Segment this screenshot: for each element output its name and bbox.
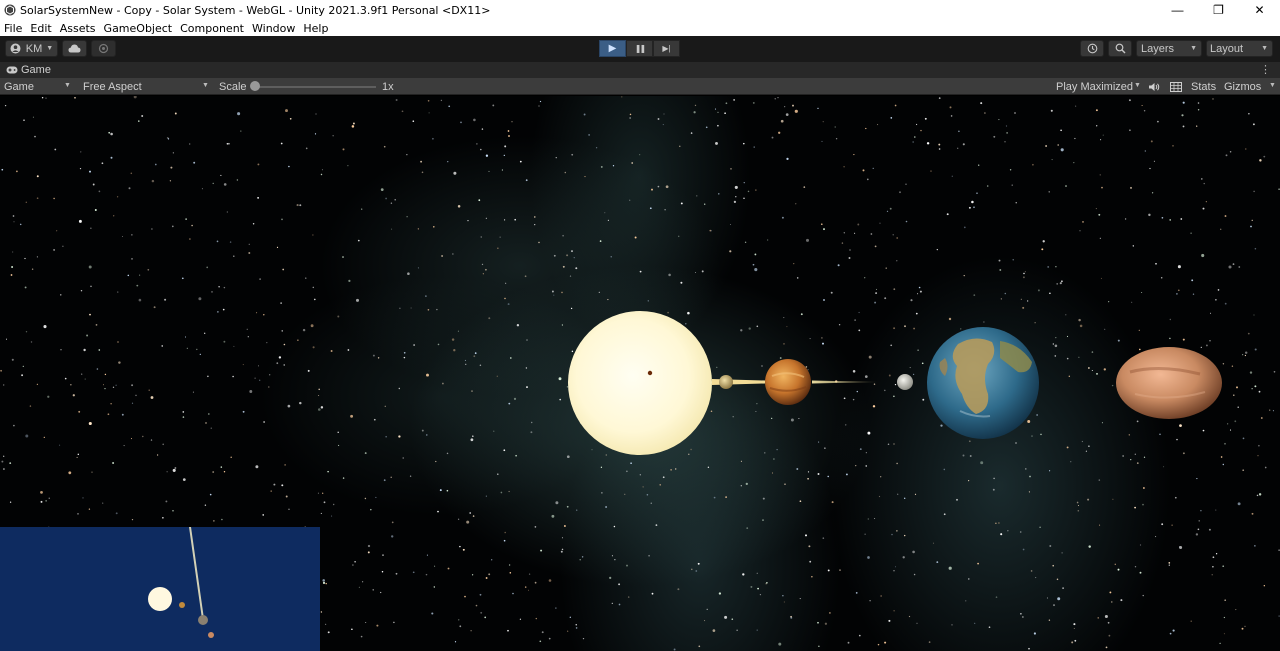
menu-help[interactable]: Help bbox=[303, 22, 328, 35]
play-mode-label: Play Maximized bbox=[1056, 80, 1134, 93]
scale-value: 1x bbox=[382, 80, 394, 93]
account-dropdown[interactable]: KM ▼ bbox=[5, 40, 58, 57]
minimap-orbit-line bbox=[189, 527, 204, 619]
menu-file[interactable]: File bbox=[4, 22, 22, 35]
minimap-sun bbox=[148, 587, 172, 611]
mute-audio-button[interactable] bbox=[1148, 79, 1160, 94]
sun[interactable] bbox=[568, 311, 712, 455]
menu-gameobject[interactable]: GameObject bbox=[104, 22, 173, 35]
venus[interactable] bbox=[765, 359, 811, 405]
minimap-planet bbox=[208, 632, 214, 638]
chevron-down-icon: ▼ bbox=[64, 82, 71, 89]
cloud-icon bbox=[68, 44, 81, 53]
layers-label: Layers bbox=[1141, 42, 1175, 55]
stats-grid-button[interactable] bbox=[1170, 79, 1182, 94]
game-controls-bar: Game ▼ Free Aspect ▼ Scale 1x Play Maxim… bbox=[0, 78, 1280, 95]
minimap-planet bbox=[179, 602, 185, 608]
menu-window[interactable]: Window bbox=[252, 22, 295, 35]
minimap[interactable] bbox=[0, 527, 320, 651]
game-tab-bar: Game ⋮ bbox=[0, 62, 1280, 78]
minimize-button[interactable]: — bbox=[1157, 0, 1198, 20]
step-button[interactable]: ▶| bbox=[653, 40, 680, 57]
step-icon: ▶| bbox=[662, 44, 671, 53]
aspect-dropdown[interactable]: Free Aspect bbox=[83, 79, 211, 94]
window-controls: — ❐ ✕ bbox=[1157, 0, 1280, 20]
moon[interactable] bbox=[897, 374, 913, 390]
orbit-beam bbox=[812, 380, 878, 384]
account-label: KM bbox=[25, 42, 43, 55]
title-bar: SolarSystemNew - Copy - Solar System - W… bbox=[0, 0, 1280, 20]
collab-icon bbox=[98, 43, 109, 54]
stats-icon bbox=[1170, 81, 1182, 92]
chevron-down-icon: ▼ bbox=[1269, 82, 1276, 89]
layers-dropdown[interactable]: Layers ▼ bbox=[1136, 40, 1202, 57]
menu-assets[interactable]: Assets bbox=[60, 22, 96, 35]
pause-button[interactable]: ❚❚ bbox=[626, 40, 653, 57]
display-label: Game bbox=[4, 80, 34, 93]
minimap-planet bbox=[198, 615, 208, 625]
search-icon bbox=[1115, 43, 1125, 54]
play-controls: ▶ ❚❚ ▶| bbox=[599, 40, 680, 57]
gamepad-icon bbox=[6, 66, 18, 74]
mercury[interactable] bbox=[719, 375, 733, 389]
chevron-down-icon: ▼ bbox=[1190, 45, 1197, 52]
layout-label: Layout bbox=[1210, 42, 1244, 55]
scale-label: Scale bbox=[219, 80, 247, 93]
history-icon bbox=[1087, 43, 1097, 54]
chevron-down-icon: ▼ bbox=[1134, 82, 1141, 89]
stats-button[interactable]: Stats bbox=[1191, 79, 1216, 94]
close-button[interactable]: ✕ bbox=[1239, 0, 1280, 20]
scale-slider-track[interactable] bbox=[254, 86, 376, 88]
unity-icon bbox=[4, 4, 16, 16]
aspect-label: Free Aspect bbox=[83, 80, 142, 93]
menu-bar: File Edit Assets GameObject Component Wi… bbox=[0, 20, 1280, 36]
mars[interactable] bbox=[1116, 347, 1222, 419]
chevron-down-icon: ▼ bbox=[46, 45, 54, 52]
history-button[interactable] bbox=[1080, 40, 1104, 57]
gizmos-button[interactable]: Gizmos bbox=[1224, 79, 1261, 94]
collab-button[interactable] bbox=[91, 40, 116, 57]
menu-component[interactable]: Component bbox=[180, 22, 244, 35]
user-icon bbox=[10, 43, 21, 54]
menu-edit[interactable]: Edit bbox=[30, 22, 51, 35]
window-title: SolarSystemNew - Copy - Solar System - W… bbox=[20, 3, 491, 17]
scale-slider-handle[interactable] bbox=[250, 81, 260, 91]
maximize-button[interactable]: ❐ bbox=[1198, 0, 1239, 20]
minimap-scene bbox=[148, 527, 214, 638]
earth[interactable] bbox=[927, 327, 1039, 439]
layout-dropdown[interactable]: Layout ▼ bbox=[1206, 40, 1273, 57]
pause-icon: ❚❚ bbox=[634, 44, 646, 53]
main-toolbar: KM ▼ ▶ ❚❚ ▶| Layers ▼ Layout ▼ bbox=[0, 36, 1280, 62]
more-options-icon[interactable]: ⋮ bbox=[1260, 63, 1271, 76]
play-icon: ▶ bbox=[608, 43, 617, 54]
speaker-icon bbox=[1149, 82, 1160, 91]
chevron-down-icon: ▼ bbox=[1261, 45, 1268, 52]
chevron-down-icon: ▼ bbox=[202, 82, 209, 89]
tab-game[interactable]: Game bbox=[21, 64, 51, 76]
sunspot bbox=[647, 370, 653, 376]
play-mode-dropdown[interactable]: Play Maximized bbox=[1056, 79, 1133, 94]
cloud-button[interactable] bbox=[62, 40, 87, 57]
play-button[interactable]: ▶ bbox=[599, 40, 626, 57]
search-button[interactable] bbox=[1108, 40, 1132, 57]
